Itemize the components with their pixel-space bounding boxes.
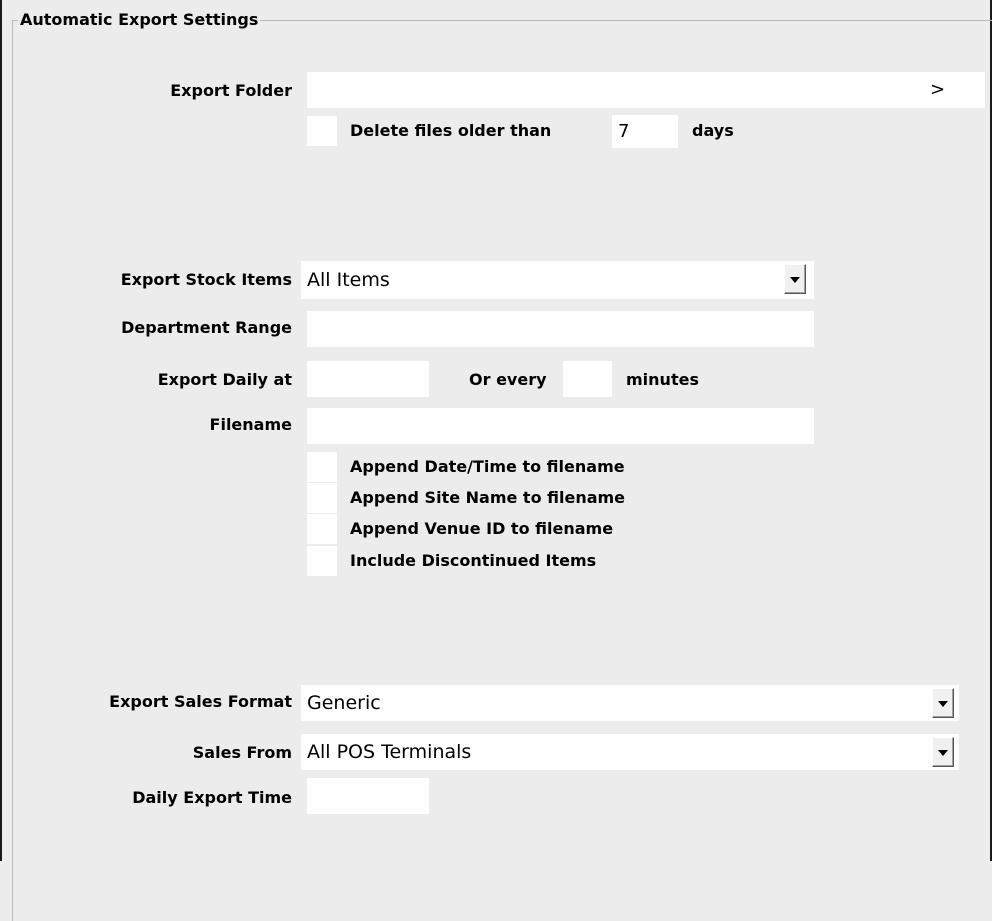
department-range-label: Department Range [121,318,292,337]
or-every-label: Or every [469,370,547,389]
include-discontinued-label: Include Discontinued Items [350,551,597,570]
delete-files-checkbox[interactable] [307,116,337,146]
append-datetime-checkbox[interactable] [307,452,337,482]
export-sales-format-value: Generic [307,692,381,714]
append-venue-id-label: Append Venue ID to filename [350,519,614,538]
export-daily-label: Export Daily at [157,370,292,389]
filename-label: Filename [209,415,292,434]
daily-export-time-label: Daily Export Time [132,788,292,807]
sales-from-dropdown-button[interactable] [932,737,954,767]
export-folder-label: Export Folder [170,81,292,100]
delete-files-label: Delete files older than [350,121,552,140]
export-stock-items-label: Export Stock Items [120,270,292,289]
chevron-right-icon[interactable]: > [930,72,945,108]
minutes-input[interactable] [563,361,612,397]
export-stock-items-select[interactable]: All Items [301,261,814,299]
chevron-down-icon [790,277,800,283]
export-sales-format-select[interactable]: Generic [301,685,959,721]
daily-export-time-input[interactable] [307,778,429,814]
delete-days-input[interactable]: 7 [612,115,678,148]
sales-from-value: All POS Terminals [307,741,472,763]
group-title: Automatic Export Settings [18,10,261,30]
append-site-name-label: Append Site Name to filename [350,488,626,507]
filename-input[interactable] [307,408,814,444]
export-stock-items-value: All Items [307,269,390,291]
append-datetime-label: Append Date/Time to filename [350,457,625,476]
sales-from-select[interactable]: All POS Terminals [301,734,959,770]
chevron-down-icon [938,701,948,707]
department-range-input[interactable] [307,311,814,347]
export-sales-format-label: Export Sales Format [109,692,292,711]
minutes-label: minutes [626,370,699,389]
chevron-down-icon [938,750,948,756]
append-site-name-checkbox[interactable] [307,483,337,513]
include-discontinued-checkbox[interactable] [307,546,337,576]
export-daily-input[interactable] [307,361,429,397]
export-stock-items-dropdown-button[interactable] [784,264,806,294]
days-label: days [692,121,734,140]
settings-window: Automatic Export Settings Export Folder … [0,0,992,921]
export-sales-format-dropdown-button[interactable] [932,688,954,718]
sales-from-label: Sales From [192,743,292,762]
export-folder-input[interactable] [307,72,985,108]
append-venue-id-checkbox[interactable] [307,514,337,544]
